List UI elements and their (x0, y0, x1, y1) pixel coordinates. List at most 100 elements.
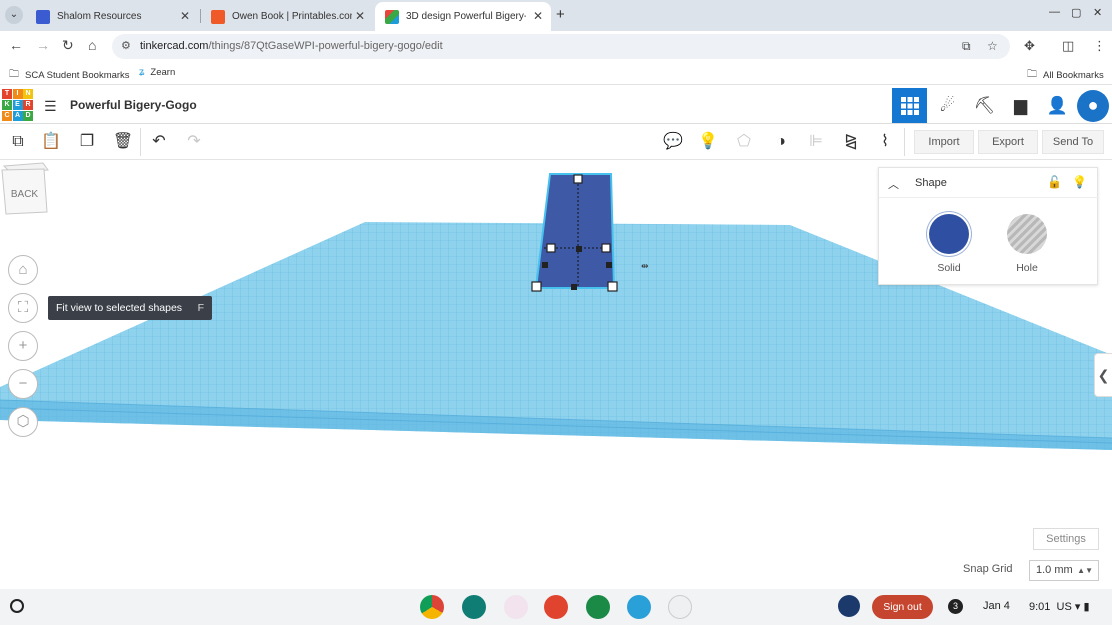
tab-close-icon[interactable]: ✕ (180, 9, 190, 23)
lock-icon[interactable]: 🔓 (1047, 175, 1062, 189)
tab-title: Shalom Resources (57, 11, 142, 22)
google-classroom-icon[interactable] (586, 595, 610, 619)
add-user-icon[interactable]: 👤 (1040, 88, 1075, 123)
home-view-icon[interactable]: ⌂ (8, 255, 38, 285)
tab-favicon-icon (385, 9, 399, 24)
show-all-icon[interactable]: 💡 (695, 131, 721, 153)
home-icon[interactable]: ⌂ (88, 37, 96, 53)
art-app-icon[interactable] (544, 595, 568, 619)
tooltip-shortcut-key: F (197, 302, 204, 314)
toolbar-divider (904, 128, 905, 156)
notes-icon[interactable]: 💬 (660, 131, 686, 153)
delete-icon[interactable]: 🗑 (110, 131, 136, 153)
browser-tab-active[interactable]: 3D design Powerful Bigery-Gog ✕ (375, 2, 551, 31)
group-icon[interactable]: ⬠ (731, 131, 757, 153)
hole-swatch[interactable] (1007, 214, 1047, 254)
export-button[interactable]: Export (978, 130, 1038, 154)
browser-tab-strip: ⌄ Shalom Resources ✕ Owen Book | Printab… (0, 0, 1112, 31)
design-list-icon[interactable]: ☰ (44, 98, 57, 115)
hole-label: Hole (1016, 262, 1038, 274)
align-icon[interactable]: ⊫ (803, 131, 829, 153)
extensions-icon[interactable]: ✥ (1024, 38, 1035, 54)
tab-close-icon[interactable]: ✕ (533, 9, 543, 23)
resize-handle[interactable] (601, 243, 611, 253)
snap-grid-select[interactable]: 1.0 mm ▲▼ (1029, 560, 1099, 581)
tab-close-icon[interactable]: ✕ (355, 9, 365, 23)
import-button[interactable]: Import (914, 130, 974, 154)
side-panel-icon[interactable]: ◫ (1062, 38, 1074, 54)
resize-handle[interactable] (573, 174, 583, 184)
solid-label: Solid (937, 262, 961, 274)
browser-tab[interactable]: Owen Book | Printables.com ✕ (201, 2, 373, 31)
zoom-in-icon[interactable]: + (8, 331, 38, 361)
back-icon[interactable]: ← (9, 37, 23, 53)
resize-handle[interactable] (607, 281, 618, 292)
site-info-icon[interactable]: ⚙ (121, 39, 131, 52)
tinkercad-logo[interactable]: TIN KER CAD (2, 89, 33, 121)
fit-view-icon[interactable]: ⛶ (8, 293, 38, 323)
eye-app-icon[interactable] (668, 595, 692, 619)
battery-icon: ▮ (1083, 601, 1090, 613)
bookmark-folder-sca[interactable]: 🗀 SCA Student Bookmarks (9, 67, 130, 84)
new-tab-button[interactable]: + (556, 6, 565, 23)
sign-out-button[interactable]: Sign out (872, 595, 933, 619)
avatar[interactable]: ● (1077, 90, 1109, 122)
chrome-app-icon[interactable] (420, 595, 444, 619)
resize-handle[interactable] (546, 243, 556, 253)
perspective-icon[interactable]: ⬡ (8, 407, 38, 437)
shape-inspector: ︿ Shape 🔓 💡 Solid Hole (878, 167, 1099, 285)
bookmark-star-icon[interactable]: ☆ (987, 39, 998, 53)
grid-icon (900, 97, 919, 115)
selected-box-shape[interactable] (534, 173, 616, 289)
zoom-out-icon[interactable]: − (8, 369, 38, 399)
expand-panel-chevron-icon[interactable]: ❮ (1094, 353, 1112, 397)
solid-swatch[interactable] (929, 214, 969, 254)
brick-icon[interactable]: ▆ (1003, 88, 1038, 123)
close-window-icon[interactable]: ✕ (1093, 6, 1102, 19)
light-bulb-icon[interactable]: 💡 (1072, 175, 1087, 189)
install-app-icon[interactable]: ⧉ (962, 39, 971, 54)
date-text[interactable]: Jan 4 (983, 600, 1010, 612)
launcher-icon[interactable] (10, 599, 24, 613)
tab-favicon-icon (36, 9, 50, 24)
3d-viewport[interactable]: ⇹ BACK ⌂ ⛶ + − ⬡ Fit view to selected sh… (0, 160, 1112, 589)
tab-title: 3D design Powerful Bigery-Gog (406, 11, 526, 22)
resize-handle[interactable] (531, 281, 542, 292)
browser-tab[interactable]: Shalom Resources ✕ (26, 2, 198, 31)
notification-count-badge[interactable]: 3 (948, 599, 963, 614)
copy-icon[interactable]: ⧉ (5, 131, 31, 153)
address-bar[interactable]: ⚙ tinkercad.com/things/87QtGaseWPI-power… (112, 34, 1010, 59)
view-cube[interactable]: BACK (0, 160, 49, 215)
all-bookmarks-button[interactable]: 🗀 All Bookmarks (1027, 67, 1104, 84)
toolbar-divider (140, 128, 141, 156)
bookmark-zearn[interactable]: ʑ Zearn (139, 67, 175, 78)
reload-icon[interactable]: ↻ (62, 37, 74, 54)
settings-button[interactable]: Settings (1033, 528, 1099, 550)
3d-design-view-button[interactable] (892, 88, 927, 123)
undo-icon[interactable]: ↶ (146, 131, 172, 153)
duplicate-icon[interactable]: ❐ (74, 131, 100, 153)
send-to-button[interactable]: Send To (1042, 130, 1104, 154)
status-tray[interactable]: 9:01 US ▾ ▮ (1029, 600, 1090, 613)
collapse-chevron-icon[interactable]: ︿ (888, 176, 899, 192)
zearn-icon: ʑ (139, 67, 145, 78)
edit-toolbar: ⧉ 📋 ❐ 🗑 ↶ ↷ 💬 💡 ⬠ ◑ ⊫ ⧎ ⌇ Import Export … (0, 124, 1112, 160)
minecraft-pickaxe-icon[interactable]: ⛏ (967, 88, 1002, 123)
blocks-code-icon[interactable]: ☄ (930, 88, 965, 123)
ungroup-icon[interactable]: ◑ (768, 131, 794, 153)
redo-icon[interactable]: ↷ (181, 131, 207, 153)
tray-app-icon[interactable] (838, 595, 860, 617)
fit-view-tooltip: Fit view to selected shapes F (48, 296, 212, 320)
tab-search-button[interactable]: ⌄ (5, 6, 23, 24)
project-title[interactable]: Powerful Bigery-Gogo (70, 98, 197, 112)
mirror-icon[interactable]: ⧎ (838, 131, 864, 153)
maximize-icon[interactable]: ▢ (1071, 6, 1081, 19)
minimize-icon[interactable]: — (1049, 6, 1060, 18)
chrome-menu-icon[interactable]: ⋮ (1093, 38, 1106, 54)
cruise-magnet-icon[interactable]: ⌇ (872, 131, 898, 153)
forward-icon[interactable]: → (36, 37, 50, 53)
canva-app-icon[interactable] (504, 595, 528, 619)
classroom-app-icon[interactable] (462, 595, 486, 619)
zearn-app-icon[interactable] (627, 595, 651, 619)
paste-icon[interactable]: 📋 (38, 131, 64, 153)
